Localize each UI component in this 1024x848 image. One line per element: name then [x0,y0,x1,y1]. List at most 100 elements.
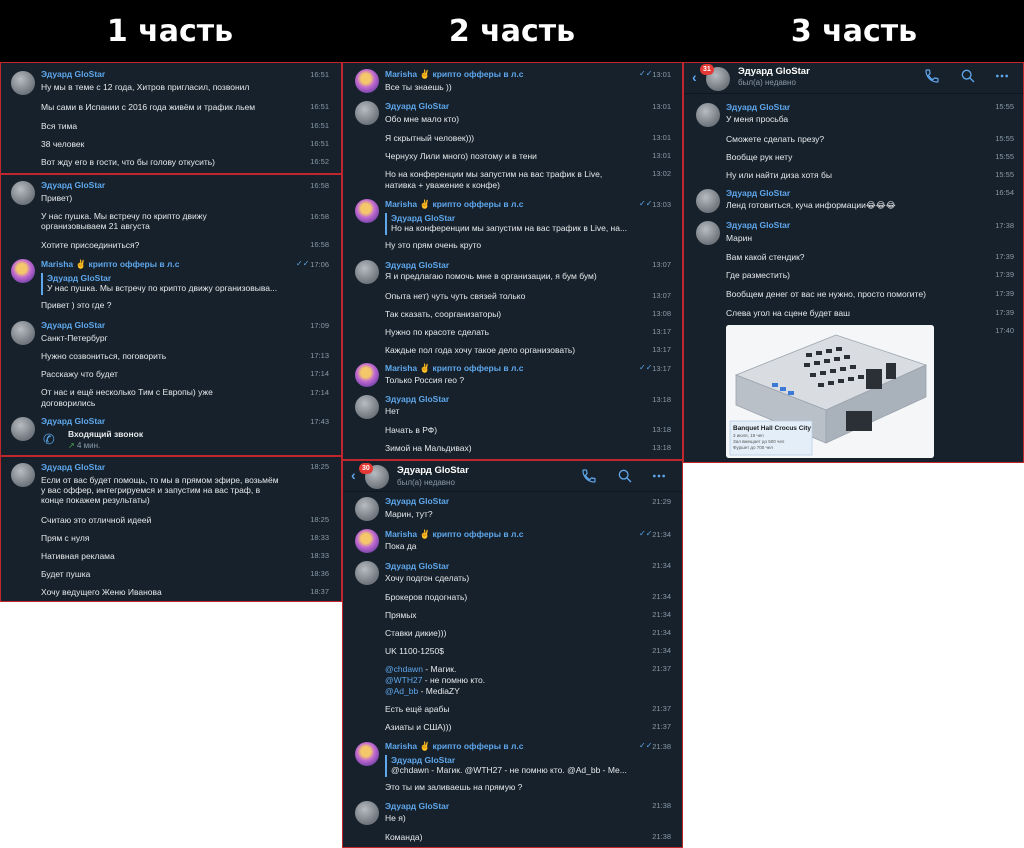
hall-photo[interactable]: Banquet Hall Crocus City 3 июля, 19 чел … [726,325,934,458]
avatar[interactable] [11,463,35,487]
back-icon[interactable]: ‹ [351,467,356,483]
quote-sender: Эдуард GloStar [47,273,112,283]
message-time: 13:17 [652,345,671,354]
sender-name[interactable]: Эдуард GloStar [385,496,449,506]
chat-title[interactable]: Эдуард GloStar [738,66,810,77]
message-text: Мы сами в Испании с 2016 года живём и тр… [41,102,256,112]
sender-name[interactable]: Marisha ✌️ крипто офферы в л.с [41,259,179,270]
part-3-panel: ‹ 31 Эдуард GloStar был(а) недавно Эдуар… [683,62,1024,463]
message-time: 15:55 [995,134,1014,143]
message-time: 21:29 [652,497,671,506]
sender-name[interactable]: Эдуард GloStar [726,188,790,198]
sender-first: Marisha [385,199,418,209]
phone-icon[interactable] [924,68,940,84]
sender-name[interactable]: Marisha ✌️ крипто офферы в л.с [385,69,523,80]
chat-status: был(а) недавно [738,78,796,87]
message-time: 16:54 [995,188,1014,197]
avatar[interactable] [355,260,379,284]
avatar[interactable] [355,497,379,521]
message-time: 18:37 [310,587,329,596]
message-time: 18:36 [310,569,329,578]
message-text: Если от вас будет помощь, то мы в прямом… [41,475,279,485]
back-icon[interactable]: ‹ [692,69,697,85]
sender-name[interactable]: Эдуард GloStar [726,220,790,230]
avatar[interactable] [11,181,35,205]
sender-name[interactable]: Эдуард GloStar [41,69,105,79]
sender-emoji: ✌️ [75,259,87,269]
sender-emoji: ✌️ [419,363,431,373]
message-time: 21:34 [652,628,671,637]
avatar[interactable] [696,221,720,245]
search-icon[interactable] [617,468,633,484]
avatar[interactable] [11,417,35,441]
message-time: 17:40 [995,326,1014,335]
sender-name[interactable]: Marisha ✌️ крипто офферы в л.с [385,741,523,752]
message-text: Обо мне мало кто) [385,114,460,124]
sender-first: Marisha [385,741,418,751]
message-time: 16:51 [310,139,329,148]
sender-first: Marisha [41,259,74,269]
mention-link[interactable]: @Ad_bb [385,686,418,696]
mention-link[interactable]: @chdawn [385,664,423,674]
sender-name[interactable]: Эдуард GloStar [726,102,790,112]
avatar[interactable] [355,529,379,553]
message-time: 15:55 [995,102,1014,111]
sender-name[interactable]: Marisha ✌️ крипто офферы в л.с [385,199,523,210]
sender-name[interactable]: Эдуард GloStar [41,180,105,190]
chat-title[interactable]: Эдуард GloStar [397,465,469,476]
reply-quote[interactable]: Эдуард GloStar У нас пушка. Мы встречу п… [41,273,301,295]
message-text: Чернуху Лили много) поэтому и в тени [385,151,537,161]
sender-name[interactable]: Эдуард GloStar [41,320,105,330]
more-icon[interactable] [994,68,1010,84]
avatar[interactable] [11,71,35,95]
reply-quote[interactable]: Эдуард GloStar Но на конференции мы запу… [385,213,655,235]
avatar[interactable] [355,395,379,419]
message-time: 17:14 [310,369,329,378]
message-time: 16:51 [310,102,329,111]
message-time: 17:13 [310,351,329,360]
search-icon[interactable] [960,68,976,84]
mention-link[interactable]: @WTH27 [385,675,422,685]
avatar[interactable] [11,259,35,283]
message-text: У нас пушка. Мы встречу по крипто движу [41,211,207,221]
sender-name[interactable]: Эдуард GloStar [385,260,449,270]
call-title: Входящий звонок [68,429,144,439]
sender-name[interactable]: Эдуард GloStar [385,394,449,404]
message-text: Ленд готовиться, куча информации😂😂😂 [726,200,896,210]
avatar[interactable] [696,103,720,127]
sender-name[interactable]: Эдуард GloStar [385,101,449,111]
unread-badge: 31 [700,64,714,75]
sender-rest: крипто офферы в л.с [430,529,524,539]
message-text: Только Россия гео ? [385,375,465,385]
sender-rest: крипто офферы в л.с [430,199,524,209]
message-text: нативка + уважение к конфе) [385,180,500,190]
avatar[interactable] [355,199,379,223]
avatar[interactable] [11,321,35,345]
avatar[interactable] [355,69,379,93]
sender-name[interactable]: Эдуард GloStar [385,561,449,571]
reply-quote[interactable]: Эдуард GloStar @chdawn - Магик. @WTH27 -… [385,755,665,777]
avatar[interactable] [355,742,379,766]
avatar[interactable] [355,101,379,125]
message-text: Вам какой стендик? [726,252,805,262]
message-text: Пока да [385,541,417,551]
message-time: 17:06 [310,260,329,269]
sender-name[interactable]: Эдуард GloStar [41,416,105,426]
sender-name[interactable]: Marisha ✌️ крипто офферы в л.с [385,529,523,540]
sender-name[interactable]: Эдуард GloStar [385,801,449,811]
phone-icon[interactable] [581,468,597,484]
avatar[interactable] [355,561,379,585]
avatar[interactable] [355,363,379,387]
message-time: 16:51 [310,70,329,79]
message-text: 38 человек [41,139,85,149]
more-icon[interactable] [651,468,667,484]
message-text: @chdawn - Магик. [385,664,456,675]
message-time: 13:17 [652,364,671,373]
avatar[interactable] [355,801,379,825]
sender-name[interactable]: Marisha ✌️ крипто офферы в л.с [385,363,523,374]
message-time: 16:58 [310,181,329,190]
sender-name[interactable]: Эдуард GloStar [41,462,105,472]
message-time: 21:38 [652,742,671,751]
avatar[interactable] [696,189,720,213]
message-text: Вся тима [41,121,78,131]
